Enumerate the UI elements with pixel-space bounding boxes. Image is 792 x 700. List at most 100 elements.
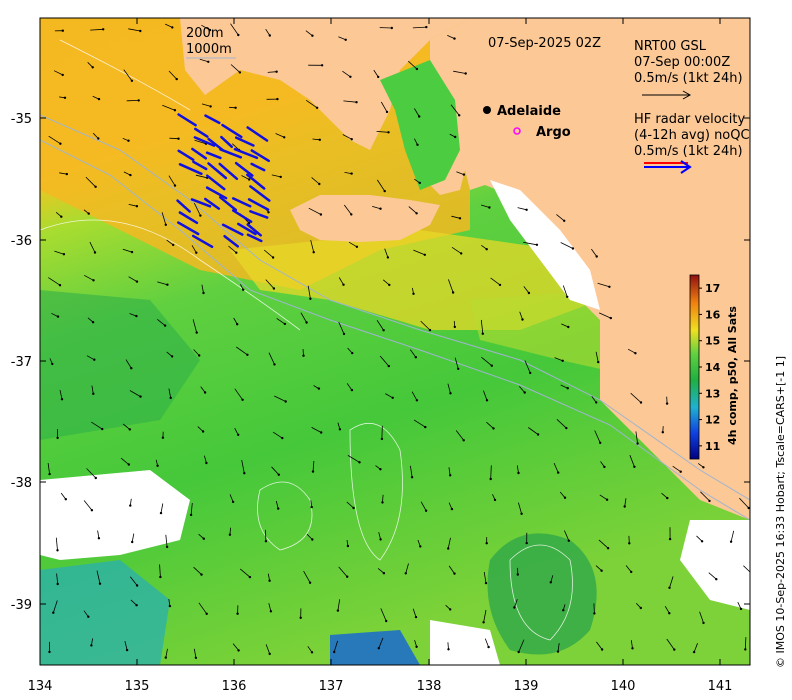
current-vector-head — [207, 60, 210, 63]
current-vector-head — [608, 285, 611, 288]
current-vector-head — [386, 256, 390, 259]
current-vector-head — [668, 537, 672, 541]
current-vector-head — [94, 476, 98, 480]
current-vector-head — [311, 34, 314, 37]
current-vector-head — [447, 648, 450, 651]
current-vector-head — [281, 436, 284, 440]
current-vector-head — [56, 582, 59, 586]
current-vector-head — [175, 77, 178, 81]
current-vector-head — [129, 504, 132, 507]
current-vector-head — [527, 291, 531, 295]
current-vector-head — [342, 283, 345, 286]
current-vector-head — [557, 471, 560, 474]
current-vector-head — [92, 392, 95, 395]
current-vector-head — [61, 73, 64, 77]
current-vector-head — [237, 33, 240, 37]
current-vector-head — [377, 75, 380, 79]
colorbar-tick-label: 11 — [705, 440, 720, 453]
current-vector-head — [243, 472, 246, 475]
current-vector-head — [381, 501, 384, 504]
current-vector-head — [62, 253, 66, 256]
current-vector-head — [423, 253, 426, 256]
current-vector-head — [205, 612, 208, 615]
current-vector-head — [416, 143, 419, 146]
current-vector-head — [424, 509, 428, 512]
current-vector-head — [238, 71, 242, 74]
current-vector-head — [603, 465, 606, 469]
current-vector-head — [517, 650, 520, 654]
current-vector-head — [201, 430, 205, 433]
current-vector-head — [498, 283, 502, 287]
current-vector-head — [523, 391, 526, 394]
current-vector-head — [729, 540, 733, 543]
current-vector-head — [355, 245, 359, 248]
current-vector-head — [457, 367, 460, 370]
current-vector-head — [91, 321, 95, 324]
current-vector-head — [453, 37, 456, 40]
current-vector-head — [333, 650, 336, 654]
current-vector-head — [600, 648, 604, 651]
current-vector-head — [275, 70, 278, 73]
current-vector-head — [139, 395, 142, 398]
current-vector-head — [355, 101, 358, 104]
current-vector-head — [159, 575, 162, 579]
current-vector-head — [482, 621, 485, 624]
current-vector-head — [639, 401, 643, 404]
current-vector-head — [493, 498, 497, 502]
current-vector-head — [173, 184, 177, 187]
current-vector-head — [425, 25, 428, 29]
current-vector-head — [679, 470, 682, 473]
current-vector-head — [97, 537, 101, 540]
current-vector-head — [388, 283, 391, 287]
current-vector-head — [318, 138, 321, 141]
current-vector-head — [668, 586, 671, 589]
x-tick-label: 140 — [611, 679, 636, 694]
current-vector-head — [131, 540, 134, 544]
current-vector-head — [450, 507, 454, 511]
current-vector-head — [458, 114, 461, 117]
current-vector-head — [516, 573, 519, 576]
current-vector-head — [415, 645, 418, 648]
current-vector-head — [414, 356, 417, 359]
current-vector-head — [418, 115, 421, 118]
current-vector-head — [173, 109, 177, 112]
current-vector-head — [168, 604, 172, 608]
current-vector-head — [593, 612, 596, 615]
current-vector-head — [700, 540, 704, 543]
current-vector-head — [350, 172, 353, 175]
current-vector-head — [276, 97, 279, 101]
current-vector-head — [166, 283, 169, 286]
current-vector-head — [52, 611, 55, 614]
current-vector-head — [320, 64, 324, 67]
adelaide-marker — [483, 106, 491, 114]
current-vector-head — [163, 324, 167, 327]
current-vector-head — [415, 399, 419, 402]
current-vector-head — [338, 428, 342, 431]
x-tick-label: 136 — [222, 679, 247, 694]
current-vector-head — [159, 511, 163, 515]
current-vector-head — [342, 332, 346, 336]
current-vector-head — [169, 396, 172, 400]
current-vector-head — [595, 255, 598, 258]
current-vector-head — [236, 323, 239, 326]
current-vector-head — [130, 367, 133, 370]
current-vector-head — [58, 284, 62, 287]
current-vector-head — [248, 575, 252, 579]
colorbar-tick-label: 13 — [705, 387, 720, 400]
current-vector-head — [377, 647, 380, 650]
current-vector-head — [708, 499, 711, 503]
current-vector-head — [346, 544, 350, 548]
current-vector-head — [631, 647, 634, 650]
radar-legend-line: (4-12h avg) noQC — [634, 128, 750, 143]
current-vector-head — [61, 29, 64, 32]
current-vector-head — [529, 371, 532, 375]
current-vector-head — [91, 66, 94, 69]
current-vector-head — [56, 315, 60, 318]
current-vector-head — [135, 314, 138, 318]
current-vector-head — [170, 355, 174, 358]
x-tick-label: 141 — [708, 679, 733, 694]
current-vector-head — [234, 106, 237, 110]
current-vector-head — [305, 321, 308, 324]
current-vector-head — [139, 29, 142, 33]
current-vector-head — [525, 208, 528, 211]
